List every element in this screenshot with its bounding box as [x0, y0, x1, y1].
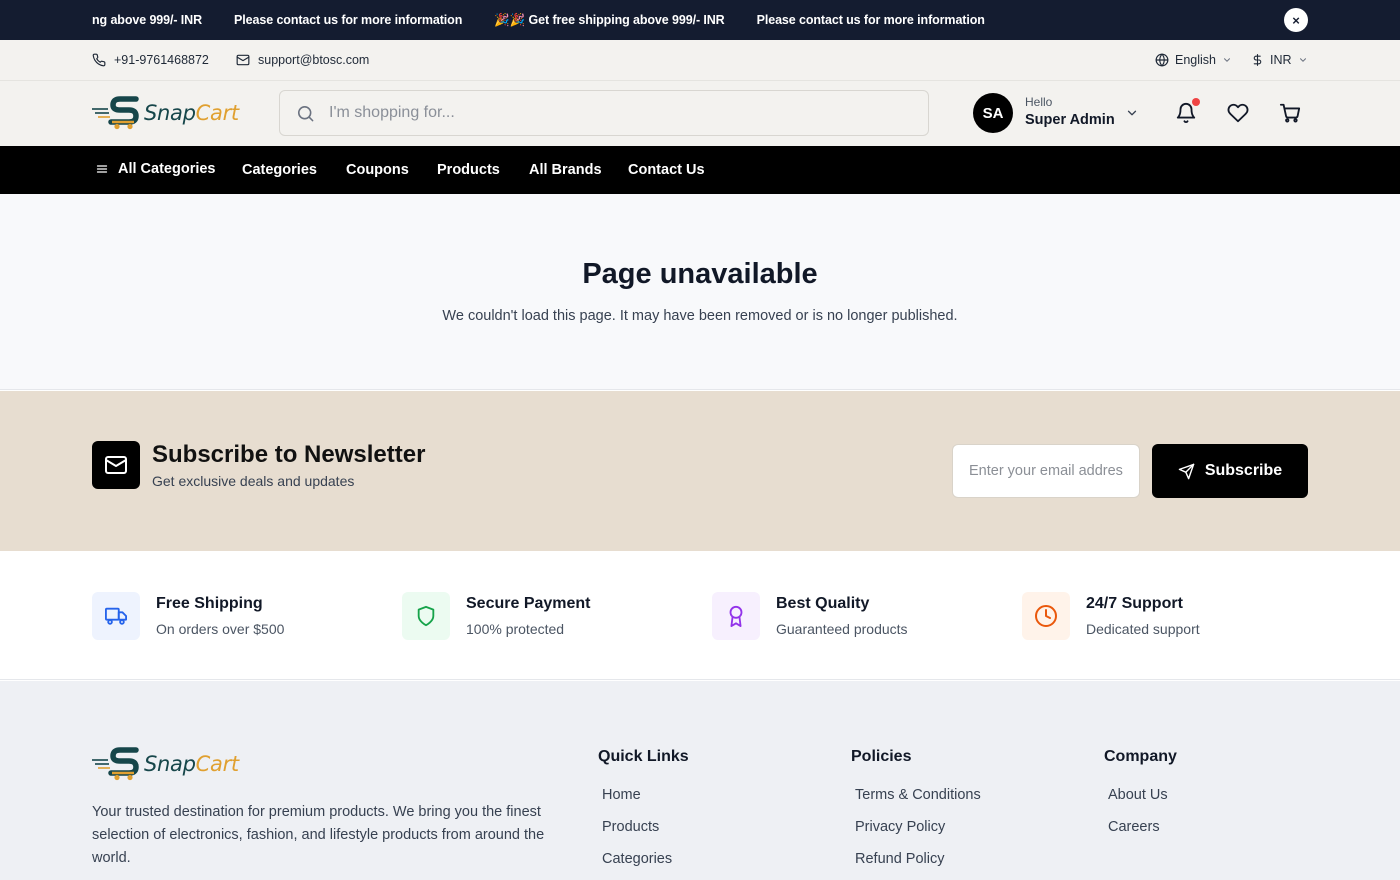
nav-link-contact-us[interactable]: Contact Us — [628, 146, 705, 194]
page-content: Page unavailable We couldn't load this p… — [0, 194, 1400, 390]
language-selector[interactable]: English — [1155, 40, 1232, 80]
logo-text: SnapCart — [144, 752, 239, 776]
subscribe-label: Subscribe — [1204, 462, 1283, 479]
user-greeting: Hello — [1025, 95, 1053, 109]
feature-title: Secure Payment — [466, 595, 591, 612]
feature-title: Best Quality — [776, 595, 870, 612]
announcement-message: Please contact us for more information — [234, 13, 463, 27]
contact-phone-text: +91-9761468872 — [114, 53, 209, 67]
footer-link-about[interactable]: About Us — [1108, 786, 1177, 818]
clock-icon — [1022, 592, 1070, 640]
user-menu-chevron-icon[interactable] — [1125, 106, 1139, 120]
footer-link-categories[interactable]: Categories — [602, 850, 689, 880]
award-icon — [712, 592, 760, 640]
footer-quick-links: Quick Links Home Products Categories — [598, 748, 689, 880]
phone-icon — [92, 53, 106, 67]
search-bar — [279, 90, 929, 136]
page-message: We couldn't load this page. It may have … — [442, 308, 958, 324]
user-avatar[interactable]: SA — [973, 93, 1013, 133]
footer-link-refund[interactable]: Refund Policy — [855, 850, 981, 880]
feature-best-quality: Best Quality Guaranteed products — [712, 592, 908, 640]
cart-icon[interactable] — [1279, 102, 1301, 124]
footer-column-title: Quick Links — [598, 748, 689, 765]
footer: SnapCart Your trusted destination for pr… — [0, 681, 1400, 880]
nav-link-coupons[interactable]: Coupons — [346, 146, 409, 194]
language-label: English — [1175, 53, 1216, 67]
send-icon — [1178, 463, 1195, 480]
feature-title: Free Shipping — [156, 595, 263, 612]
page-title: Page unavailable — [582, 258, 818, 290]
footer-company: Company About Us Careers — [1104, 748, 1177, 850]
footer-description: Your trusted destination for premium pro… — [92, 804, 545, 866]
footer-link-home[interactable]: Home — [602, 786, 689, 818]
all-categories-label: All Categories — [118, 160, 216, 177]
chevron-down-icon — [1298, 55, 1308, 65]
feature-desc: Guaranteed products — [776, 621, 908, 637]
feature-free-shipping: Free Shipping On orders over $500 — [92, 592, 284, 640]
notification-dot — [1192, 98, 1200, 106]
all-categories-menu[interactable]: All Categories — [96, 146, 216, 191]
header: SnapCart SA Hello Super Admin — [0, 81, 1400, 146]
subscribe-button[interactable]: Subscribe — [1152, 444, 1308, 498]
site-logo[interactable]: SnapCart — [92, 96, 239, 130]
chevron-down-icon — [1222, 55, 1232, 65]
feature-title: 24/7 Support — [1086, 595, 1183, 612]
feature-support: 24/7 Support Dedicated support — [1022, 592, 1200, 640]
currency-label: INR — [1270, 53, 1292, 67]
contact-bar: +91-9761468872 support@btosc.com English… — [0, 40, 1400, 81]
announcement-message: 🎉🎉 Get free shipping above 999/- INR — [494, 12, 725, 27]
nav-link-categories[interactable]: Categories — [242, 146, 317, 194]
announcement-message: ng above 999/- INR — [92, 13, 203, 27]
search-input[interactable] — [329, 104, 889, 122]
announcement-bar: ng above 999/- INR Please contact us for… — [0, 0, 1400, 40]
footer-link-privacy[interactable]: Privacy Policy — [855, 818, 981, 850]
features-section: Free Shipping On orders over $500 Secure… — [0, 551, 1400, 680]
shield-icon — [402, 592, 450, 640]
dollar-icon — [1251, 53, 1264, 67]
nav-link-products[interactable]: Products — [437, 146, 500, 194]
newsletter-mail-icon — [92, 441, 140, 489]
contact-email-text: support@btosc.com — [258, 53, 370, 67]
newsletter-title: Subscribe to Newsletter — [152, 441, 426, 468]
user-name[interactable]: Super Admin — [1025, 112, 1115, 128]
search-icon — [296, 104, 315, 123]
feature-secure-payment: Secure Payment 100% protected — [402, 592, 591, 640]
footer-link-careers[interactable]: Careers — [1108, 818, 1177, 850]
footer-link-terms[interactable]: Terms & Conditions — [855, 786, 981, 818]
truck-icon — [92, 592, 140, 640]
mail-icon — [236, 53, 250, 67]
menu-icon — [96, 163, 108, 175]
newsletter-email-input[interactable] — [952, 444, 1140, 498]
main-nav: All Categories Categories Coupons Produc… — [0, 146, 1400, 194]
footer-logo[interactable]: SnapCart — [92, 747, 239, 781]
heart-icon[interactable] — [1227, 102, 1249, 124]
newsletter-section: Subscribe to Newsletter Get exclusive de… — [0, 391, 1400, 551]
contact-phone[interactable]: +91-9761468872 — [92, 40, 209, 80]
close-icon: × — [1292, 12, 1300, 28]
globe-icon — [1155, 53, 1169, 67]
footer-link-products[interactable]: Products — [602, 818, 689, 850]
footer-column-title: Company — [1104, 748, 1177, 765]
feature-desc: Dedicated support — [1086, 621, 1200, 637]
feature-desc: 100% protected — [466, 621, 565, 637]
feature-desc: On orders over $500 — [156, 621, 285, 637]
logo-mark-icon — [92, 96, 142, 130]
footer-column-title: Policies — [851, 748, 912, 765]
logo-text: SnapCart — [144, 101, 239, 125]
announcement-track: ng above 999/- INR Please contact us for… — [92, 0, 1017, 40]
announcement-close-button[interactable]: × — [1284, 8, 1308, 32]
nav-link-all-brands[interactable]: All Brands — [529, 146, 602, 194]
newsletter-subtitle: Get exclusive deals and updates — [152, 473, 355, 489]
currency-selector[interactable]: INR — [1251, 40, 1308, 80]
contact-email[interactable]: support@btosc.com — [236, 40, 369, 80]
announcement-message: Please contact us for more information — [756, 13, 985, 27]
footer-policies: Policies Terms & Conditions Privacy Poli… — [851, 748, 981, 880]
logo-mark-icon — [92, 747, 142, 781]
